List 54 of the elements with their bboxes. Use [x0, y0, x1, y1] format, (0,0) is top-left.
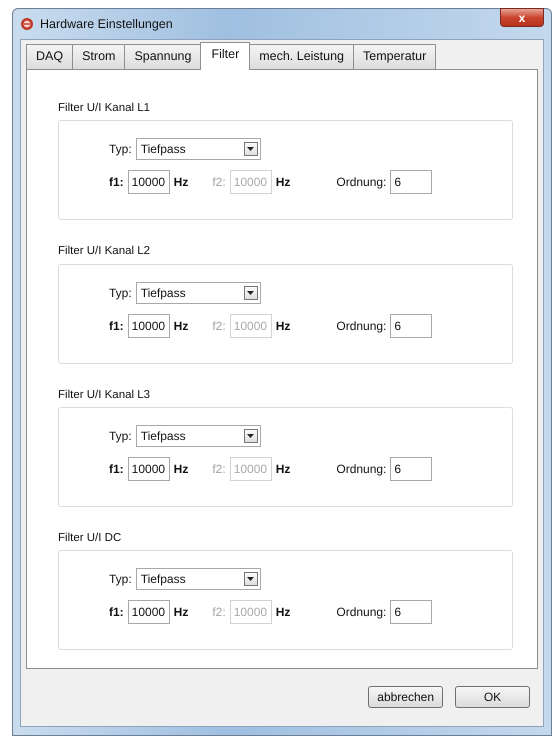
dropdown-arrow-icon	[247, 290, 254, 294]
field-label: Typ:	[109, 428, 132, 445]
group-title: Filter U/I DC	[58, 530, 122, 546]
frequency-field[interactable]: 10000	[128, 600, 170, 624]
field-label: f1:	[109, 174, 124, 192]
group-title: Filter U/I Kanal L2	[58, 244, 150, 260]
type-dropdown[interactable]: Tiefpass	[136, 282, 261, 304]
tab[interactable]: Strom	[72, 44, 126, 69]
frequency-field[interactable]: 10000	[128, 456, 170, 481]
type-dropdown[interactable]: Tiefpass	[136, 568, 261, 590]
unit-label: Hz	[174, 460, 188, 478]
unit-label: Hz	[276, 174, 290, 192]
type-dropdown[interactable]: Tiefpass	[136, 424, 261, 447]
unit-label: Hz	[174, 604, 188, 621]
field-label: f1:	[109, 604, 124, 621]
window-title: Hardware Einstellungen	[40, 16, 173, 33]
field-label: Ordnung:	[336, 174, 386, 192]
tab[interactable]: mech. Leistung	[249, 44, 354, 69]
group-title: Filter U/I Kanal L3	[58, 388, 150, 402]
dropdown-arrow-icon	[247, 577, 254, 581]
ok-button[interactable]: OK	[455, 686, 530, 708]
field-label: f2:	[212, 318, 226, 334]
field-label: f2:	[212, 174, 226, 192]
order-field[interactable]: 6	[390, 170, 432, 194]
frequency-field[interactable]: 10000	[128, 314, 170, 338]
unit-label: Hz	[276, 318, 290, 334]
field-label: Ordnung:	[336, 604, 386, 621]
order-field[interactable]: 6	[390, 314, 432, 338]
field-label: f1:	[109, 318, 124, 334]
field-label: Ordnung:	[336, 460, 386, 478]
field-label: f2:	[212, 460, 226, 478]
frequency-field[interactable]: 10000	[128, 170, 170, 194]
tab[interactable]: Spannung	[124, 44, 202, 69]
unit-label: Hz	[276, 460, 290, 478]
tab[interactable]: Filter	[200, 42, 250, 70]
field-label: Ordnung:	[336, 318, 386, 334]
order-field[interactable]: 6	[390, 600, 432, 624]
tab[interactable]: DAQ	[26, 44, 74, 69]
unit-label: Hz	[174, 174, 188, 192]
cancel-button[interactable]: abbrechen	[368, 686, 443, 708]
group-title: Filter U/I Kanal L1	[58, 101, 150, 116]
field-label: f2:	[212, 604, 226, 621]
order-field[interactable]: 6	[390, 456, 432, 481]
field-label: Typ:	[109, 141, 132, 158]
unit-label: Hz	[276, 604, 290, 621]
tab[interactable]: Temperatur	[353, 44, 436, 69]
field-label: Typ:	[109, 571, 132, 588]
field-label: f1:	[109, 460, 124, 478]
type-dropdown[interactable]: Tiefpass	[136, 138, 261, 160]
dropdown-arrow-icon	[247, 434, 254, 438]
field-label: Typ:	[109, 284, 132, 302]
unit-label: Hz	[174, 318, 188, 334]
close-button[interactable]: x	[500, 8, 544, 27]
dropdown-arrow-icon	[247, 147, 254, 152]
